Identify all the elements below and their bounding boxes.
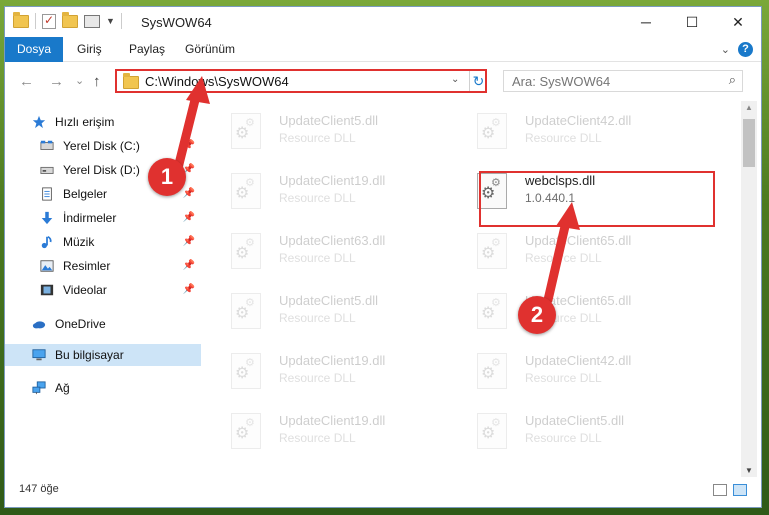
callout-arrowhead-2 [556, 202, 580, 230]
callout-arrowhead-1 [186, 76, 210, 104]
callout-2: 2 [518, 296, 556, 334]
callout-arrows [173, 76, 580, 305]
callout-arrow-2 [543, 217, 571, 305]
callout-1: 1 [148, 158, 186, 196]
callout-arrow-1 [173, 91, 201, 173]
